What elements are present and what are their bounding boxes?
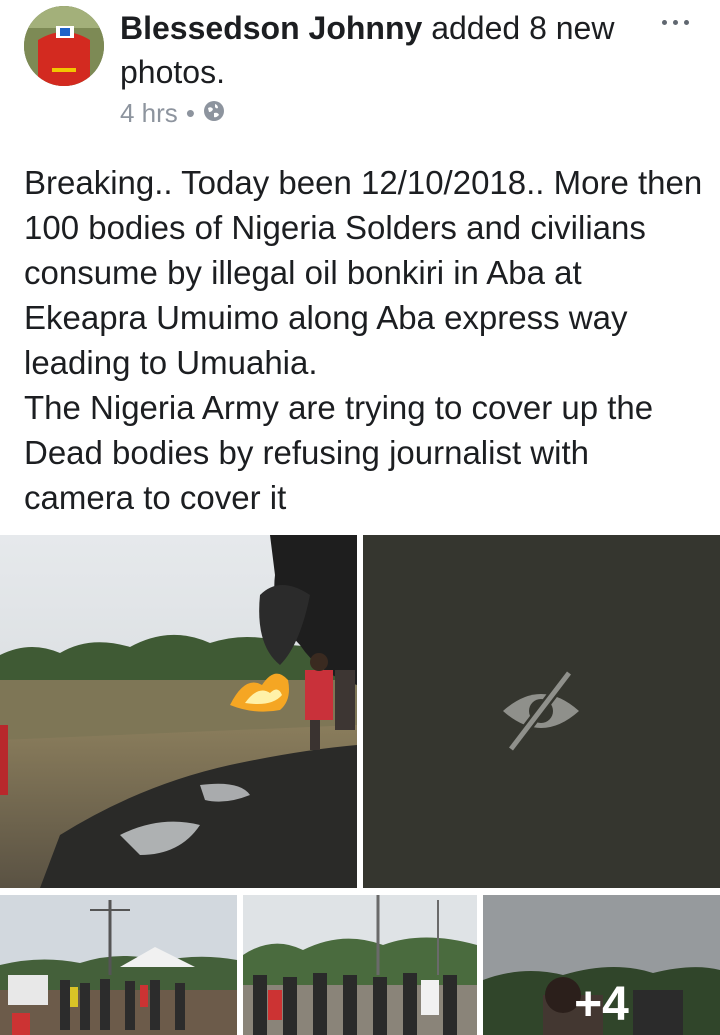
ellipsis-dot <box>672 19 678 25</box>
post-text-paragraph: Breaking.. Today been 12/10/2018.. More … <box>24 164 703 381</box>
post-text: Breaking.. Today been 12/10/2018.. More … <box>24 160 704 520</box>
eye-slash-icon <box>503 669 579 753</box>
more-options-button[interactable] <box>650 8 700 36</box>
post-meta: 4 hrs • <box>120 98 225 129</box>
post-header: Blessedson Johnny added 8 new photos. 4 … <box>0 0 720 140</box>
photo-crowd-2[interactable] <box>243 895 477 1035</box>
post-text-paragraph: The Nigeria Army are trying to cover up … <box>24 389 654 516</box>
meta-separator: • <box>185 98 195 128</box>
post-time[interactable]: 4 hrs <box>120 98 178 129</box>
globe-icon[interactable] <box>203 98 225 129</box>
photo-crowd-1[interactable] <box>0 895 237 1035</box>
author-name[interactable]: Blessedson Johnny <box>120 10 422 46</box>
author-avatar[interactable] <box>24 6 104 86</box>
author-line: Blessedson Johnny added 8 new photos. <box>120 6 640 94</box>
photo-more[interactable]: +4 <box>483 895 720 1035</box>
photo-hidden[interactable] <box>363 535 720 888</box>
ellipsis-icon <box>661 19 667 25</box>
photo-fire-scene[interactable] <box>0 535 357 888</box>
more-photos-count: +4 <box>483 895 720 1035</box>
ellipsis-dot <box>683 19 689 25</box>
